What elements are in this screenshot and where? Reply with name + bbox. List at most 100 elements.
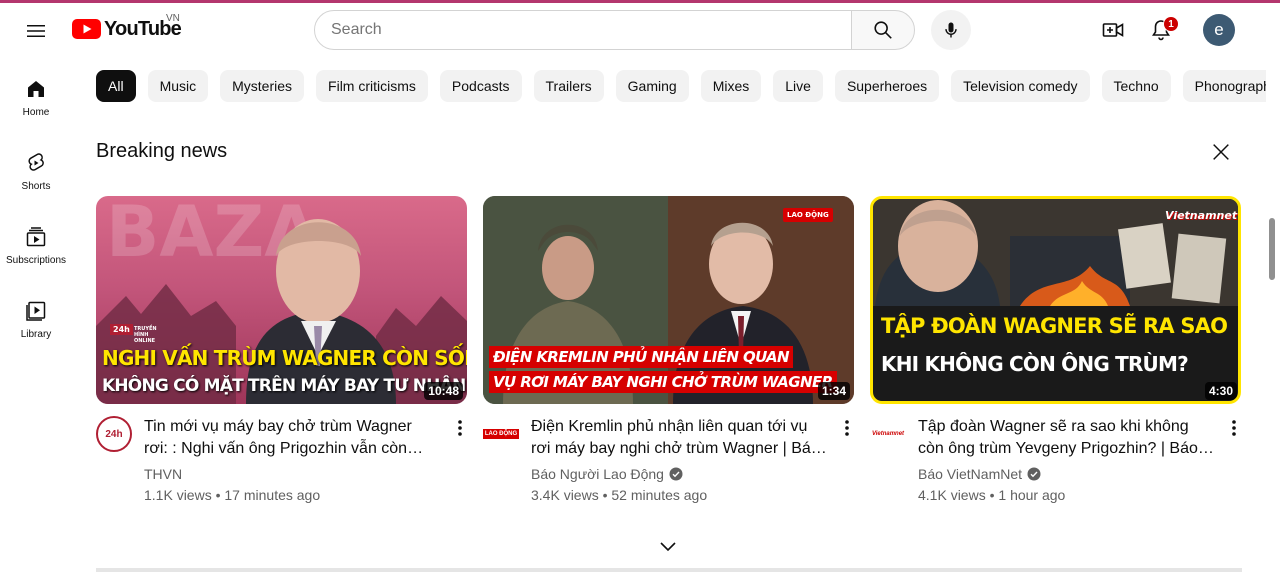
video-thumbnail[interactable]: Vietnamnet TẬP ĐOÀN WAGNER SẼ RA SAO KHI…	[870, 196, 1241, 404]
more-vert-icon	[1232, 420, 1236, 436]
channel-name[interactable]: Báo VietNamNet	[918, 466, 1022, 482]
chip-mysteries[interactable]: Mysteries	[220, 70, 305, 102]
notifications-button[interactable]: 1	[1141, 10, 1181, 50]
sidebar-item-library[interactable]: Library	[4, 279, 68, 349]
video-card[interactable]: LAO ĐỘNG ĐIỆN KREMLIN PHỦ NHẬN LIÊN QUAN…	[483, 196, 854, 506]
sidebar-item-label: Subscriptions	[5, 255, 67, 266]
shelf-title: Breaking news	[96, 140, 228, 162]
duration-badge: 4:30	[1204, 382, 1237, 400]
channel-avatar[interactable]: LAO ĐỘNG	[483, 416, 519, 452]
verified-badge-icon	[1027, 467, 1041, 481]
channel-name-row: THVN	[144, 466, 182, 482]
duration-badge: 1:34	[817, 382, 850, 400]
channel-name[interactable]: THVN	[144, 466, 182, 482]
video-title[interactable]: Tin mới vụ máy bay chở trùm Wagner rơi: …	[144, 416, 440, 460]
thumbnail-headline: NGHI VẤN TRÙM WAGNER CÒN SỐNG	[102, 346, 467, 370]
channel-name-row: Báo Người Lao Động	[531, 466, 683, 482]
chip-phonograph[interactable]: Phonograph	[1182, 70, 1266, 102]
chip-techno[interactable]: Techno	[1101, 70, 1171, 102]
view-count: 1.1K views	[144, 487, 212, 503]
microphone-icon	[945, 22, 957, 38]
thumbnail-subheadline: VỤ RƠI MÁY BAY NGHI CHỞ TRÙM WAGNER	[489, 371, 837, 393]
shorts-icon	[28, 153, 44, 171]
youtube-logo[interactable]: YouTube	[72, 17, 182, 41]
video-action-menu-button[interactable]	[448, 416, 472, 440]
more-vert-icon	[458, 420, 462, 436]
video-thumbnail[interactable]: BAZA 24h TRUYỀN HÌNH ONLINE NGHI VẤN TRÙ…	[96, 196, 467, 404]
video-stats: 1.1K views • 17 minutes ago	[144, 487, 321, 503]
video-thumbnail[interactable]: LAO ĐỘNG ĐIỆN KREMLIN PHỦ NHẬN LIÊN QUAN…	[483, 196, 854, 404]
thumbnail-artwork: BAZA	[96, 196, 467, 404]
shelf-dismiss-button[interactable]	[1205, 136, 1237, 168]
sidebar-item-label: Home	[22, 107, 50, 118]
page-scrollbar-thumb[interactable]	[1269, 218, 1275, 280]
video-stats: 3.4K views • 52 minutes ago	[531, 487, 708, 503]
view-count: 3.4K views	[531, 487, 599, 503]
sidebar-item-label: Shorts	[21, 181, 51, 192]
country-code: VN	[166, 13, 180, 24]
thumbnail-brand: LAO ĐỘNG	[783, 208, 833, 222]
search-box[interactable]	[314, 10, 852, 50]
chip-all[interactable]: All	[96, 70, 136, 102]
view-count: 4.1K views	[918, 487, 986, 503]
verified-badge-icon	[669, 467, 683, 481]
channel-avatar[interactable]: 24h	[96, 416, 132, 452]
thumbnail-brand: 24h	[110, 324, 133, 335]
upload-age: 17 minutes ago	[224, 487, 321, 503]
upload-age: 1 hour ago	[998, 487, 1066, 503]
video-title[interactable]: Điện Kremlin phủ nhận liên quan tới vụ r…	[531, 416, 827, 460]
thumbnail-brand-subtitle: TRUYỀN HÌNH ONLINE	[134, 326, 157, 344]
chip-podcasts[interactable]: Podcasts	[439, 70, 522, 102]
chip-music[interactable]: Music	[147, 70, 209, 102]
hamburger-menu-icon	[27, 25, 45, 37]
filter-chip-bar: All Music Mysteries Film criticisms Podcasts…	[96, 70, 1266, 102]
search-button[interactable]	[851, 10, 915, 50]
video-action-menu-button[interactable]	[835, 416, 859, 440]
thumbnail-subheadline: KHI KHÔNG CÒN ÔNG TRÙM?	[881, 352, 1189, 376]
chip-live[interactable]: Live	[773, 70, 823, 102]
account-avatar[interactable]: e	[1203, 14, 1235, 46]
channel-avatar-text: Vietnamnet	[871, 431, 905, 437]
youtube-play-icon	[72, 19, 101, 39]
chip-television-comedy[interactable]: Television comedy	[951, 70, 1090, 102]
subscriptions-icon	[26, 227, 46, 247]
thumbnail-headline: ĐIỆN KREMLIN PHỦ NHẬN LIÊN QUAN	[489, 346, 793, 368]
voice-search-button[interactable]	[931, 10, 971, 50]
chip-mixes[interactable]: Mixes	[700, 70, 762, 102]
sidebar-item-shorts[interactable]: Shorts	[4, 131, 68, 201]
sidebar-item-subscriptions[interactable]: Subscriptions	[4, 205, 68, 275]
video-title[interactable]: Tập đoàn Wagner sẽ ra sao khi không còn …	[918, 416, 1214, 460]
video-card[interactable]: Vietnamnet TẬP ĐOÀN WAGNER SẼ RA SAO KHI…	[870, 196, 1241, 506]
chip-gaming[interactable]: Gaming	[615, 70, 689, 102]
channel-name[interactable]: Báo Người Lao Động	[531, 466, 664, 482]
sidebar-item-home[interactable]: Home	[4, 57, 68, 127]
shelf-divider	[96, 568, 1242, 572]
video-action-menu-button[interactable]	[1222, 416, 1246, 440]
channel-avatar-text: LAO ĐỘNG	[483, 429, 519, 439]
chip-film-criticisms[interactable]: Film criticisms	[316, 70, 428, 102]
close-icon	[1213, 144, 1229, 160]
channel-name-row: Báo VietNamNet	[918, 466, 1041, 482]
video-stats: 4.1K views • 1 hour ago	[918, 487, 1066, 503]
duration-badge: 10:48	[424, 382, 463, 400]
chevron-down-icon	[660, 542, 676, 552]
thumbnail-brand: Vietnamnet	[1165, 209, 1238, 222]
more-vert-icon	[845, 420, 849, 436]
video-card[interactable]: BAZA 24h TRUYỀN HÌNH ONLINE NGHI VẤN TRÙ…	[96, 196, 467, 506]
thumbnail-subheadline: KHÔNG CÓ MẶT TRÊN MÁY BAY TƯ NHÂN ?	[102, 376, 467, 396]
library-icon	[26, 301, 46, 321]
search-input[interactable]	[331, 21, 851, 39]
video-create-icon	[1102, 23, 1124, 37]
channel-avatar[interactable]: Vietnamnet	[870, 416, 906, 452]
upload-age: 52 minutes ago	[611, 487, 708, 503]
guide-menu-button[interactable]	[16, 11, 56, 51]
shelf-expand-button[interactable]	[656, 534, 680, 558]
sidebar-item-label: Library	[20, 329, 52, 340]
create-button[interactable]	[1093, 10, 1133, 50]
channel-avatar-text: 24h	[105, 428, 123, 440]
thumbnail-headline: TẬP ĐOÀN WAGNER SẼ RA SAO	[881, 314, 1228, 338]
chip-trailers[interactable]: Trailers	[533, 70, 604, 102]
chip-superheroes[interactable]: Superheroes	[834, 70, 940, 102]
notification-count-badge: 1	[1163, 16, 1179, 32]
masthead: YouTube VN 1 e	[0, 3, 1280, 57]
